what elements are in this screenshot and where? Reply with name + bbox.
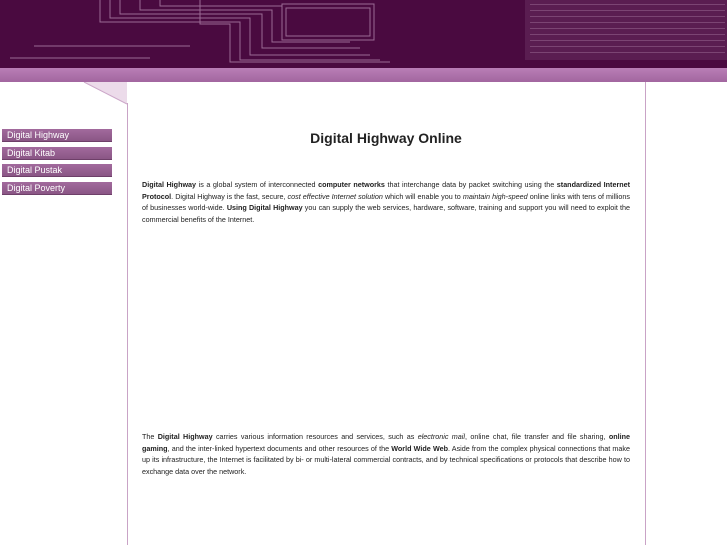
page-title: Digital Highway Online [310,130,462,146]
header-banner [0,0,727,68]
sidebar-item-digital-poverty[interactable]: Digital Poverty [2,182,112,195]
sidebar-item-digital-pustak[interactable]: Digital Pustak [2,164,112,177]
sidebar-item-digital-highway[interactable]: Digital Highway [2,129,112,142]
circuit-graphic [10,0,727,63]
details-paragraph: The Digital Highway carries various info… [142,432,631,476]
content-right-border [645,82,646,545]
header-bar [0,68,727,82]
intro-paragraph: Digital Highway is a global system of in… [142,180,631,224]
content-left-border [127,103,128,545]
sidebar-corner-graphic [83,82,128,105]
sidebar-item-digital-kitab[interactable]: Digital Kitab [2,147,112,160]
